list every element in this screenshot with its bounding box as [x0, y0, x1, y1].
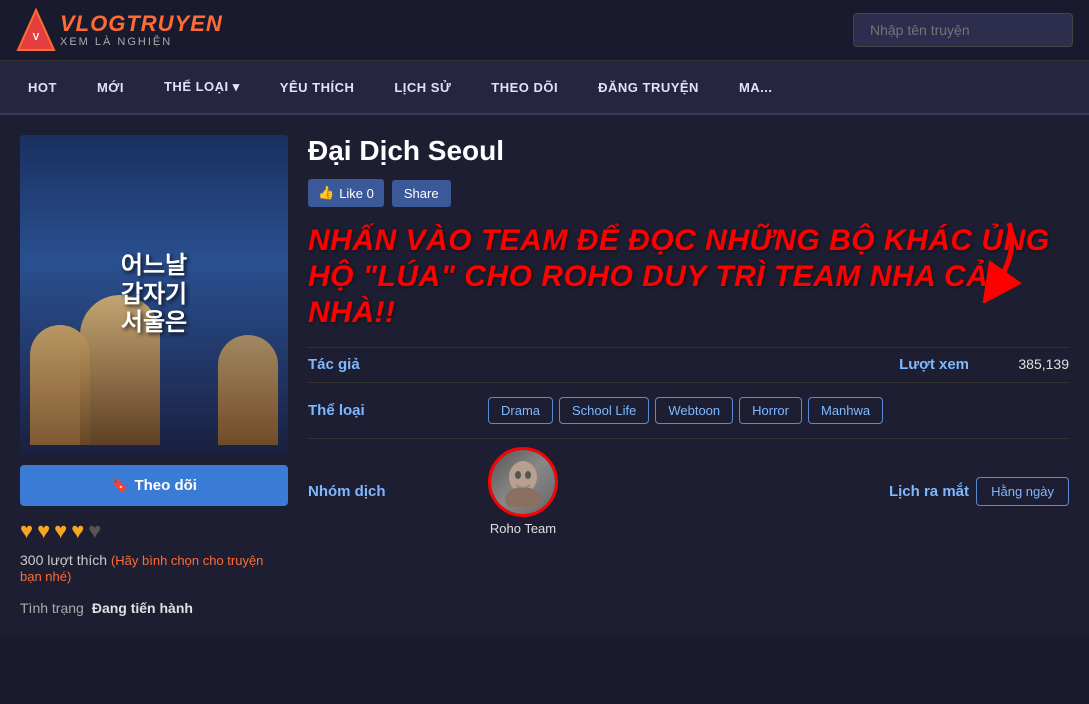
nav-lich-su[interactable]: LỊCH SỬ — [374, 62, 471, 113]
group-avatar[interactable] — [488, 447, 558, 517]
follow-button[interactable]: 🔖 Theo dõi — [20, 465, 288, 506]
manga-title: Đại Dịch Seoul — [308, 135, 1069, 167]
header: V VLOGTRUYEN XEM LÀ NGHIỆN — [0, 0, 1089, 61]
search-input[interactable] — [853, 13, 1073, 47]
status-value: Đang tiến hành — [92, 600, 193, 616]
star-4[interactable]: ♥ — [71, 518, 84, 544]
genre-webtoon[interactable]: Webtoon — [655, 397, 733, 424]
genre-manhwa[interactable]: Manhwa — [808, 397, 883, 424]
manga-cover: ROHO TEAM VLOGTRUYỆN XEM LÀ NGHIỆN 어느날갑자… — [20, 135, 288, 455]
right-panel: Đại Dịch Seoul 👍 Like 0 Share NHẤN VÀO T… — [308, 135, 1069, 616]
like-label: Like 0 — [339, 186, 374, 201]
the-loai-label: Thể loại — [308, 402, 488, 420]
nav-ma[interactable]: MA... — [719, 62, 793, 113]
group-area: Roho Team — [488, 447, 809, 536]
genre-horror[interactable]: Horror — [739, 397, 802, 424]
promo-arrow-icon — [939, 213, 1029, 303]
lich-ra-mat-label: Lịch ra mắt — [809, 483, 969, 501]
release-schedule: Hằng ngày — [969, 483, 1069, 501]
star-1[interactable]: ♥ — [20, 518, 33, 544]
nav-yeu-thich[interactable]: YÊU THÍCH — [260, 62, 375, 113]
nav-dang-truyen[interactable]: ĐĂNG TRUYỆN — [578, 62, 719, 113]
tac-gia-label: Tác giả — [308, 356, 488, 374]
release-badge: Hằng ngày — [976, 477, 1069, 506]
fb-like-icon: 👍 — [318, 185, 334, 201]
genre-school[interactable]: School Life — [559, 397, 649, 424]
avatar-face-icon — [498, 457, 548, 507]
genre-drama[interactable]: Drama — [488, 397, 553, 424]
nav-hot[interactable]: HOT — [8, 62, 77, 113]
star-3[interactable]: ♥ — [54, 518, 67, 544]
navigation: HOT MỚI THỂ LOẠI ▾ YÊU THÍCH LỊCH SỬ THE… — [0, 61, 1089, 115]
logo-area: V VLOGTRUYEN XEM LÀ NGHIỆN — [16, 8, 223, 52]
cover-korean-title: 어느날갑자기서울은 — [101, 232, 207, 358]
follow-label: Theo dõi — [134, 477, 197, 494]
star-2[interactable]: ♥ — [37, 518, 50, 544]
group-avatar-image — [491, 450, 555, 514]
rating-stars: ♥ ♥ ♥ ♥ ♥ — [20, 518, 288, 544]
luot-xem-value: 385,139 — [969, 356, 1069, 374]
group-name[interactable]: Roho Team — [490, 521, 556, 536]
logo-sub-text: XEM LÀ NGHIỆN — [60, 36, 223, 48]
nhom-dich-label: Nhóm dịch — [308, 483, 488, 501]
nav-moi[interactable]: MỚI — [77, 62, 144, 113]
logo-main-text: VLOGTRUYEN — [60, 12, 223, 36]
main-content: ROHO TEAM VLOGTRUYỆN XEM LÀ NGHIỆN 어느날갑자… — [0, 115, 1089, 636]
logo-text: VLOGTRUYEN XEM LÀ NGHIỆN — [60, 12, 223, 48]
genre-tags: Drama School Life Webtoon Horror Manhwa — [488, 391, 883, 430]
status-label: Tình trạng — [20, 600, 84, 616]
likes-count: 300 lượt thích (Hãy bình chọn cho truyện… — [20, 552, 288, 584]
left-panel: ROHO TEAM VLOGTRUYỆN XEM LÀ NGHIỆN 어느날갑자… — [20, 135, 288, 616]
logo-icon: V — [16, 8, 56, 52]
status-row: Tình trạng Đang tiến hành — [20, 600, 288, 616]
nav-the-loai[interactable]: THỂ LOẠI ▾ — [144, 61, 260, 113]
promotion-banner: NHẤN VÀO TEAM ĐỂ ĐỌC NHỮNG BỘ KHÁC ỦNG H… — [308, 223, 1069, 331]
facebook-like-button[interactable]: 👍 Like 0 — [308, 179, 384, 207]
social-buttons: 👍 Like 0 Share — [308, 179, 1069, 207]
svg-text:V: V — [33, 32, 40, 43]
nav-theo-doi[interactable]: THEO DÕI — [471, 62, 578, 113]
star-5[interactable]: ♥ — [88, 518, 101, 544]
bookmark-icon: 🔖 — [111, 477, 128, 494]
luot-xem-label: Lượt xem — [809, 356, 969, 374]
share-button[interactable]: Share — [392, 180, 451, 207]
